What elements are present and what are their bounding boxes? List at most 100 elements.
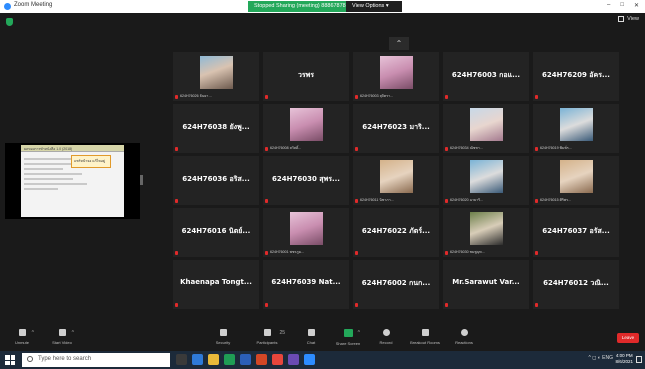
record-icon: [382, 329, 390, 336]
file-explorer-icon[interactable]: [208, 354, 219, 365]
participant-tile[interactable]: 624H76039 Nat...: [263, 260, 349, 309]
participant-tile[interactable]: 624H76020 ฉายาริ...: [443, 156, 529, 205]
chrome-icon[interactable]: [272, 354, 283, 365]
chat-bubble-icon: [307, 329, 315, 336]
record-label: Record: [379, 340, 393, 345]
participant-name-label: 624H76015 ศิริพร...: [540, 198, 572, 202]
clock[interactable]: 4:00 PM 8/6/2021: [615, 353, 633, 365]
security-button[interactable]: Security: [203, 329, 243, 345]
participant-photo: [290, 108, 323, 141]
muted-mic-icon: [175, 251, 178, 255]
participants-label: Participants: [256, 340, 278, 345]
participant-tile[interactable]: 624H76038 ยังพู...: [173, 104, 259, 153]
system-tray[interactable]: ^ ◻ ◐ ENG: [588, 355, 613, 361]
participant-tile[interactable]: 624H76003 สุจิตรา...: [353, 52, 439, 101]
zoom-taskbar-icon[interactable]: [304, 354, 315, 365]
windows-start-icon[interactable]: [5, 355, 15, 365]
splitter-handle[interactable]: [140, 175, 143, 185]
notification-icon[interactable]: [636, 356, 642, 363]
teams-icon[interactable]: [288, 354, 299, 365]
participant-tile[interactable]: 624H76022 ภัตร์...: [353, 208, 439, 257]
powerpoint-icon[interactable]: [256, 354, 267, 365]
participant-tile[interactable]: 624H76001 พชรภูม...: [263, 208, 349, 257]
sharing-banner[interactable]: Stopped Sharing (meeting) 88867878 viewe…: [248, 1, 346, 12]
microphone-muted-icon: [18, 329, 26, 336]
minimize-button[interactable]: –: [607, 2, 610, 9]
muted-mic-icon: [355, 303, 358, 307]
participant-tile[interactable]: 624H76026 ธันยา ...: [173, 52, 259, 101]
participant-photo: [470, 108, 503, 141]
participant-tile[interactable]: 624H76011 นิชาภา...: [353, 156, 439, 205]
participant-tile[interactable]: 624H76023 มาริ...: [353, 104, 439, 153]
edge-icon[interactable]: [192, 354, 203, 365]
participant-tile[interactable]: 624H76036 อริส...: [173, 156, 259, 205]
record-button[interactable]: Record: [366, 329, 406, 345]
participants-button[interactable]: 25 Participants: [247, 329, 287, 345]
participant-name: 624H76039 Nat...: [271, 278, 341, 286]
participant-name: 624H76022 ภัตร์...: [361, 227, 431, 235]
participant-tile[interactable]: 624H76015 ศิริพร...: [533, 156, 619, 205]
muted-mic-icon: [445, 95, 448, 99]
start-video-label: Start Video: [52, 340, 72, 345]
participant-tile[interactable]: 624H76030 สุพร...: [263, 156, 349, 205]
participant-tile[interactable]: Mr.Sarawut Var...: [443, 260, 529, 309]
view-options-button[interactable]: View Options ▾: [346, 1, 402, 12]
muted-mic-icon: [265, 95, 268, 99]
chevron-up-icon[interactable]: ^: [358, 330, 360, 336]
muted-mic-icon: [535, 95, 538, 99]
participant-tile[interactable]: 624H76030 ชมพูนุท...: [443, 208, 529, 257]
participant-tile[interactable]: 624H76037 อรัส...: [533, 208, 619, 257]
participant-name: 624H76209 อัคร...: [542, 71, 610, 79]
participant-tile[interactable]: 624H76019 พิมพ์ร...: [533, 104, 619, 153]
people-icon: [263, 329, 271, 336]
excel-icon[interactable]: [224, 354, 235, 365]
participant-name-label: 624H76030 ชมพูนุท...: [450, 250, 485, 254]
participant-tile[interactable]: วรพร: [263, 52, 349, 101]
start-video-button[interactable]: ^ Start Video: [42, 329, 82, 345]
participant-name: 624H76003 กอแ...: [451, 71, 521, 79]
participant-tile[interactable]: 624H76012 วณิ...: [533, 260, 619, 309]
task-view-icon[interactable]: [176, 354, 187, 365]
participant-tile[interactable]: 624H76008 สวัสดิ์...: [263, 104, 349, 153]
taskbar-search-box[interactable]: Type here to search: [22, 353, 170, 367]
word-icon[interactable]: [240, 354, 251, 365]
clock-date: 8/6/2021: [615, 359, 633, 364]
title-center: Stopped Sharing (meeting) 88867878 viewe…: [248, 1, 402, 12]
close-button[interactable]: ✕: [634, 2, 639, 9]
maximize-button[interactable]: □: [620, 2, 624, 9]
participant-name: Mr.Sarawut Var...: [452, 278, 520, 286]
video-off-icon: [58, 329, 66, 336]
participant-tile[interactable]: Khaenapa Tongt...: [173, 260, 259, 309]
chat-button[interactable]: Chat: [291, 329, 331, 345]
participant-photo: [380, 160, 413, 193]
shared-screen-thumbnail[interactable]: ผลของการทำหนังสือ 1.0 (2018) แชร์หน้าจอ …: [5, 143, 140, 219]
participant-tile[interactable]: 624H76034 ณัชชา...: [443, 104, 529, 153]
participant-name-label: 624H76020 ฉายาริ...: [450, 198, 484, 202]
muted-mic-icon: [355, 251, 358, 255]
unmute-button[interactable]: ^ Unmute: [2, 329, 42, 345]
participant-tile[interactable]: 624H76002 กนก...: [353, 260, 439, 309]
view-button[interactable]: View: [618, 16, 639, 22]
breakout-rooms-button[interactable]: Breakout Rooms: [405, 329, 445, 345]
participant-tile[interactable]: 624H76016 นิตย์...: [173, 208, 259, 257]
chevron-up-icon[interactable]: ^: [32, 330, 34, 336]
muted-mic-icon: [265, 199, 268, 203]
chevron-up-icon[interactable]: ^: [72, 330, 74, 336]
reactions-button[interactable]: Reactions: [444, 329, 484, 345]
participant-tile[interactable]: 624H76003 กอแ...: [443, 52, 529, 101]
muted-mic-icon: [175, 303, 178, 307]
participant-name-label: 624H76026 ธันยา ...: [180, 94, 213, 98]
share-screen-button[interactable]: ^ Share Screen: [328, 329, 368, 346]
muted-mic-icon: [445, 199, 448, 203]
search-icon: [27, 356, 33, 362]
muted-mic-icon: [535, 303, 538, 307]
participant-photo: [470, 212, 503, 245]
participant-name: 624H76016 นิตย์...: [181, 227, 251, 235]
security-shield-icon[interactable]: [6, 18, 13, 26]
participant-photo: [200, 56, 233, 89]
leave-button[interactable]: Leave: [617, 333, 639, 343]
participant-tile[interactable]: 624H76209 อัคร...: [533, 52, 619, 101]
participant-name: 624H76012 วณิ...: [543, 279, 609, 287]
muted-mic-icon: [355, 95, 358, 99]
collapse-up-button[interactable]: ⌃: [389, 37, 409, 50]
